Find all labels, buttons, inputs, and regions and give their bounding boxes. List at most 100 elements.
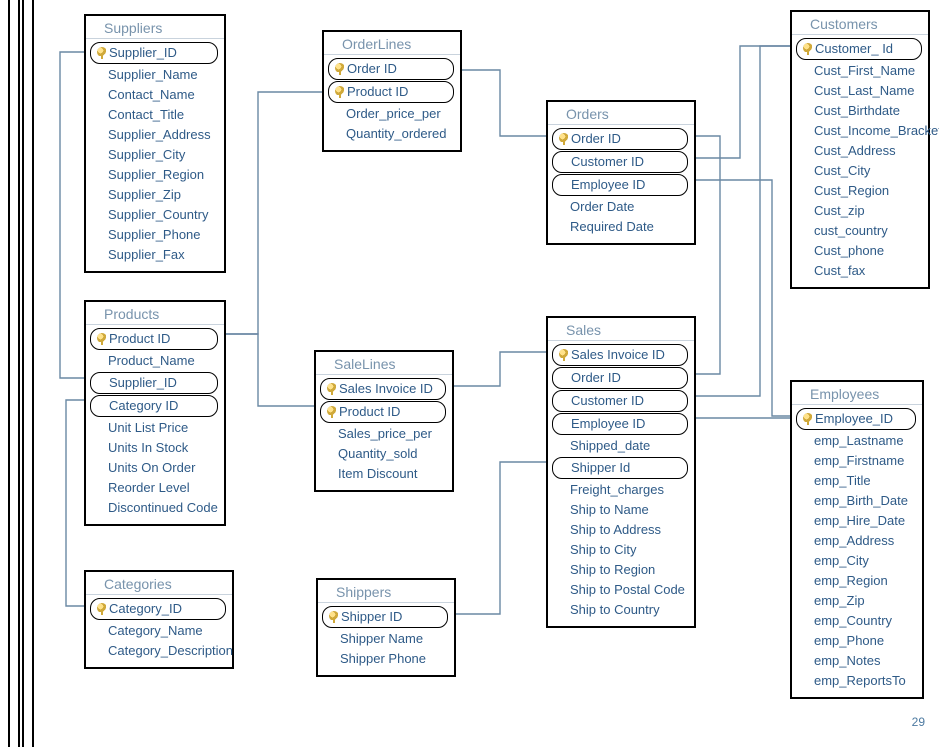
field-shipper-id[interactable]: Shipper Id <box>552 457 688 479</box>
field-order-date[interactable]: Order Date <box>548 197 694 217</box>
field-label: Supplier_Phone <box>108 227 201 242</box>
field-employee-id[interactable]: Employee ID <box>552 174 688 196</box>
table-employees[interactable]: Employees Employee_IDemp_Lastnameemp_Fir… <box>790 380 924 699</box>
field-label: Shipped_date <box>570 438 650 453</box>
field-supplier-fax[interactable]: Supplier_Fax <box>86 245 224 265</box>
field-cust-fax[interactable]: Cust_fax <box>792 261 928 281</box>
field-label: Employee ID <box>571 177 645 192</box>
field-emp-city[interactable]: emp_City <box>792 551 922 571</box>
field-cust-first-name[interactable]: Cust_First_Name <box>792 61 928 81</box>
field-order-price-per[interactable]: Order_price_per <box>324 104 460 124</box>
field-customer-id[interactable]: Customer ID <box>552 390 688 412</box>
field-ship-to-region[interactable]: Ship to Region <box>548 560 694 580</box>
field-shipper-name[interactable]: Shipper Name <box>318 629 454 649</box>
field-reorder-level[interactable]: Reorder Level <box>86 478 224 498</box>
field-order-id[interactable]: Order ID <box>328 58 454 80</box>
field-label: Product ID <box>109 331 170 346</box>
field-quantity-sold[interactable]: Quantity_sold <box>316 444 452 464</box>
field-employee-id[interactable]: Employee_ID <box>796 408 916 430</box>
table-categories[interactable]: Categories Category_IDCategory_NameCateg… <box>84 570 234 669</box>
field-emp-address[interactable]: emp_Address <box>792 531 922 551</box>
field-emp-lastname[interactable]: emp_Lastname <box>792 431 922 451</box>
field-emp-region[interactable]: emp_Region <box>792 571 922 591</box>
table-orderlines[interactable]: OrderLines Order IDProduct IDOrder_price… <box>322 30 462 152</box>
field-employee-id[interactable]: Employee ID <box>552 413 688 435</box>
field-emp-zip[interactable]: emp_Zip <box>792 591 922 611</box>
field-emp-title[interactable]: emp_Title <box>792 471 922 491</box>
field-emp-firstname[interactable]: emp_Firstname <box>792 451 922 471</box>
field-sales-invoice-id[interactable]: Sales Invoice ID <box>552 344 688 366</box>
field-ship-to-country[interactable]: Ship to Country <box>548 600 694 620</box>
field-emp-reportsto[interactable]: emp_ReportsTo <box>792 671 922 691</box>
table-fields: Sales Invoice IDProduct IDSales_price_pe… <box>316 375 452 490</box>
field-ship-to-address[interactable]: Ship to Address <box>548 520 694 540</box>
field-cust-phone[interactable]: Cust_phone <box>792 241 928 261</box>
field-emp-country[interactable]: emp_Country <box>792 611 922 631</box>
field-cust-zip[interactable]: Cust_zip <box>792 201 928 221</box>
field-contact-title[interactable]: Contact_Title <box>86 105 224 125</box>
field-emp-birth-date[interactable]: emp_Birth_Date <box>792 491 922 511</box>
field-sales-price-per[interactable]: Sales_price_per <box>316 424 452 444</box>
field-product-id[interactable]: Product ID <box>90 328 218 350</box>
field-category-id[interactable]: Category_ID <box>90 598 226 620</box>
field-unit-list-price[interactable]: Unit List Price <box>86 418 224 438</box>
field-label: Customer ID <box>571 393 644 408</box>
field-ship-to-city[interactable]: Ship to City <box>548 540 694 560</box>
field-cust-last-name[interactable]: Cust_Last_Name <box>792 81 928 101</box>
field-supplier-zip[interactable]: Supplier_Zip <box>86 185 224 205</box>
field-freight-charges[interactable]: Freight_charges <box>548 480 694 500</box>
table-customers[interactable]: Customers Customer_ IdCust_First_NameCus… <box>790 10 930 289</box>
field-shipper-phone[interactable]: Shipper Phone <box>318 649 454 669</box>
field-sales-invoice-id[interactable]: Sales Invoice ID <box>320 378 446 400</box>
field-units-on-order[interactable]: Units On Order <box>86 458 224 478</box>
field-label: Order ID <box>571 131 621 146</box>
field-cust-birthdate[interactable]: Cust_Birthdate <box>792 101 928 121</box>
field-shipped-date[interactable]: Shipped_date <box>548 436 694 456</box>
field-label: Ship to Region <box>570 562 655 577</box>
field-product-id[interactable]: Product ID <box>328 81 454 103</box>
field-supplier-name[interactable]: Supplier_Name <box>86 65 224 85</box>
field-product-name[interactable]: Product_Name <box>86 351 224 371</box>
field-product-id[interactable]: Product ID <box>320 401 446 423</box>
field-ship-to-postal-code[interactable]: Ship to Postal Code <box>548 580 694 600</box>
field-units-in-stock[interactable]: Units In Stock <box>86 438 224 458</box>
field-customer-id[interactable]: Customer_ Id <box>796 38 922 60</box>
field-supplier-region[interactable]: Supplier_Region <box>86 165 224 185</box>
field-quantity-ordered[interactable]: Quantity_ordered <box>324 124 460 144</box>
field-contact-name[interactable]: Contact_Name <box>86 85 224 105</box>
table-products[interactable]: Products Product IDProduct_NameSupplier_… <box>84 300 226 526</box>
table-fields: Customer_ IdCust_First_NameCust_Last_Nam… <box>792 35 928 287</box>
table-salelines[interactable]: SaleLines Sales Invoice IDProduct IDSale… <box>314 350 454 492</box>
field-label: Order ID <box>347 61 397 76</box>
field-customer-id[interactable]: Customer ID <box>552 151 688 173</box>
field-supplier-id[interactable]: Supplier_ID <box>90 372 218 394</box>
field-discontinued-code[interactable]: Discontinued Code <box>86 498 224 518</box>
field-cust-income-bracket[interactable]: Cust_Income_Bracket <box>792 121 928 141</box>
field-category-description[interactable]: Category_Description <box>86 641 232 661</box>
field-supplier-city[interactable]: Supplier_City <box>86 145 224 165</box>
field-cust-city[interactable]: Cust_City <box>792 161 928 181</box>
field-supplier-address[interactable]: Supplier_Address <box>86 125 224 145</box>
field-ship-to-name[interactable]: Ship to Name <box>548 500 694 520</box>
field-order-id[interactable]: Order ID <box>552 367 688 389</box>
field-cust-address[interactable]: Cust_Address <box>792 141 928 161</box>
field-order-id[interactable]: Order ID <box>552 128 688 150</box>
field-category-name[interactable]: Category_Name <box>86 621 232 641</box>
field-emp-phone[interactable]: emp_Phone <box>792 631 922 651</box>
table-sales[interactable]: Sales Sales Invoice IDOrder IDCustomer I… <box>546 316 696 628</box>
field-shipper-id[interactable]: Shipper ID <box>322 606 448 628</box>
table-suppliers[interactable]: Suppliers Supplier_IDSupplier_NameContac… <box>84 14 226 273</box>
field-supplier-phone[interactable]: Supplier_Phone <box>86 225 224 245</box>
table-orders[interactable]: Orders Order IDCustomer IDEmployee IDOrd… <box>546 100 696 245</box>
field-emp-notes[interactable]: emp_Notes <box>792 651 922 671</box>
field-item-discount[interactable]: Item Discount <box>316 464 452 484</box>
field-required-date[interactable]: Required Date <box>548 217 694 237</box>
field-supplier-id[interactable]: Supplier_ID <box>90 42 218 64</box>
field-cust-country[interactable]: cust_country <box>792 221 928 241</box>
table-shippers[interactable]: Shippers Shipper IDShipper NameShipper P… <box>316 578 456 677</box>
field-label: Cust_Address <box>814 143 896 158</box>
field-cust-region[interactable]: Cust_Region <box>792 181 928 201</box>
field-emp-hire-date[interactable]: emp_Hire_Date <box>792 511 922 531</box>
field-supplier-country[interactable]: Supplier_Country <box>86 205 224 225</box>
field-category-id[interactable]: Category ID <box>90 395 218 417</box>
